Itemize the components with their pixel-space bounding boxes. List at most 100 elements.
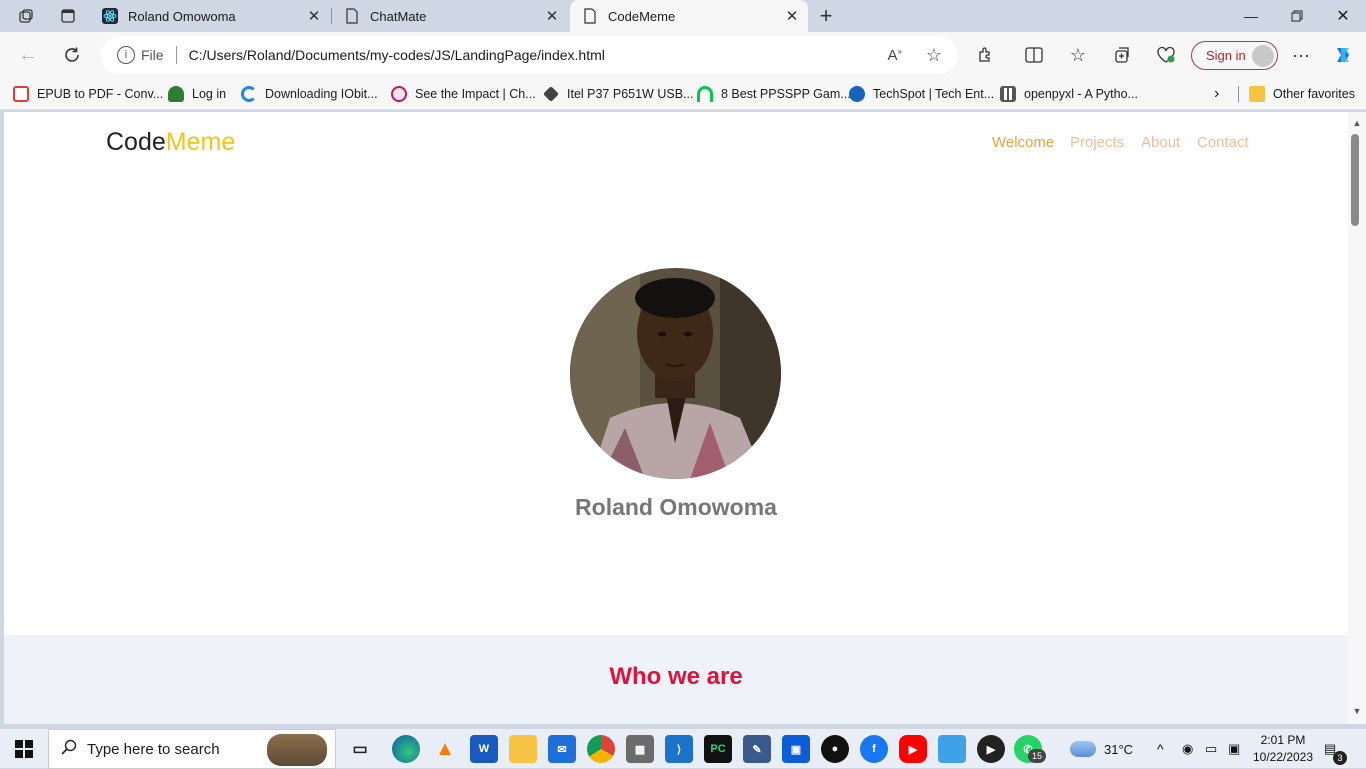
- weather-temperature: 31°C: [1104, 741, 1134, 757]
- tab-label: ChatMate: [370, 8, 427, 24]
- bookmark-label: Log in: [192, 87, 227, 101]
- weather-widget[interactable]: 31°C: [1070, 729, 1133, 769]
- address-url[interactable]: C:/Users/Roland/Documents/my-codes/JS/La…: [189, 47, 605, 63]
- taskbar-search[interactable]: Type here to search: [48, 729, 336, 769]
- bookmark-techspot[interactable]: TechSpot | Tech Ent...: [849, 85, 994, 103]
- bookmark-openpyxl[interactable]: openpyxl - A Pytho...: [1000, 85, 1138, 103]
- search-icon: [61, 739, 77, 759]
- vlc-icon[interactable]: ▲: [431, 735, 459, 763]
- bookmark-ppsspp[interactable]: 8 Best PPSSPP Gam...: [697, 85, 851, 103]
- scroll-down-icon[interactable]: ▼: [1351, 706, 1363, 716]
- copilot-icon[interactable]: [1327, 39, 1359, 71]
- store-icon[interactable]: ▣: [782, 735, 810, 763]
- word-icon[interactable]: W: [470, 735, 498, 763]
- tab-chatmate[interactable]: ChatMate ✕: [332, 0, 568, 32]
- bookmark-log-in[interactable]: Log in: [168, 85, 226, 103]
- clock-date: 10/22/2023: [1252, 750, 1314, 764]
- info-icon[interactable]: i: [117, 46, 135, 64]
- page-viewport: CodeMeme Welcome Projects About Contact …: [4, 112, 1348, 724]
- more-bookmarks-chevron-icon[interactable]: ›: [1214, 85, 1219, 103]
- page-scrollbar[interactable]: ▲ ▼: [1348, 112, 1366, 724]
- pycharm-icon[interactable]: PC: [704, 735, 732, 763]
- collections-icon[interactable]: [1106, 39, 1138, 71]
- windows-start-icon[interactable]: [10, 735, 38, 763]
- address-divider: [175, 46, 177, 64]
- bookmark-see-the-impact[interactable]: See the Impact | Ch...: [391, 85, 536, 103]
- extensions-icon[interactable]: [969, 39, 1001, 71]
- tab-roland-omowoma[interactable]: Roland Omowoma ✕: [90, 0, 330, 32]
- show-hidden-icons-icon[interactable]: ^: [1157, 729, 1164, 769]
- weather-cloud-icon: [1070, 741, 1096, 757]
- edge-icon[interactable]: [392, 735, 420, 763]
- close-tab-icon[interactable]: ✕: [302, 4, 326, 28]
- close-tab-icon[interactable]: ✕: [780, 4, 804, 28]
- split-screen-icon[interactable]: [1018, 39, 1050, 71]
- scrollbar-thumb[interactable]: [1351, 134, 1359, 226]
- nav-projects[interactable]: Projects: [1070, 134, 1124, 151]
- bookmark-label: TechSpot | Tech Ent...: [873, 87, 995, 101]
- sign-in-button[interactable]: Sign in: [1191, 41, 1278, 70]
- chrome-icon[interactable]: [587, 735, 615, 763]
- profile-name: Roland Omowoma: [575, 494, 777, 520]
- windows-taskbar: Type here to search ▭ ▲ W ✉ ▦ ⟩ PC ✎ ▣ ●…: [0, 728, 1366, 769]
- other-favorites[interactable]: Other favorites: [1249, 85, 1355, 103]
- notification-badge: 3: [1333, 751, 1347, 765]
- address-bar[interactable]: i File C:/Users/Roland/Documents/my-code…: [101, 36, 958, 74]
- bookmark-label: 8 Best PPSSPP Gam...: [721, 87, 851, 101]
- github-icon[interactable]: ●: [821, 735, 849, 763]
- battery-tray-icon[interactable]: ▭: [1205, 729, 1217, 769]
- site-logo[interactable]: CodeMeme: [106, 128, 235, 157]
- other-favorites-label: Other favorites: [1273, 87, 1355, 101]
- taskbar-clock[interactable]: 2:01 PM 10/22/2023: [1252, 732, 1314, 766]
- camera-tray-icon[interactable]: ◉: [1182, 729, 1193, 769]
- bookmark-iobit[interactable]: Downloading IObit...: [241, 85, 378, 103]
- login-bookmark-icon: [168, 86, 184, 102]
- ppsspp-bookmark-icon: [697, 86, 713, 102]
- read-aloud-icon[interactable]: A»: [888, 47, 902, 64]
- workspaces-icon[interactable]: [14, 4, 38, 28]
- photos-icon[interactable]: [938, 735, 966, 763]
- bookmark-epub-to-pdf[interactable]: EPUB to PDF - Conv...: [13, 85, 163, 103]
- back-icon[interactable]: ←: [12, 39, 44, 71]
- scroll-up-icon[interactable]: ▲: [1351, 118, 1363, 128]
- nav-contact[interactable]: Contact: [1197, 134, 1249, 151]
- search-highlight-image-icon: [267, 734, 327, 766]
- media-player-icon[interactable]: ▶: [977, 735, 1005, 763]
- techspot-bookmark-icon: [849, 86, 865, 102]
- who-we-are-section: Who we are: [4, 635, 1348, 724]
- youtube-icon[interactable]: ▶: [899, 735, 927, 763]
- tab-actions-icon[interactable]: [56, 4, 80, 28]
- close-window-icon[interactable]: ✕: [1320, 0, 1366, 32]
- whatsapp-badge: 15: [1028, 749, 1046, 763]
- page-icon: [344, 8, 360, 24]
- more-options-icon[interactable]: ···: [1285, 39, 1317, 71]
- page-icon: [582, 8, 598, 24]
- restore-icon[interactable]: [1274, 0, 1320, 32]
- minimize-icon[interactable]: —: [1228, 0, 1274, 32]
- nav-about[interactable]: About: [1141, 134, 1180, 151]
- add-favorite-icon[interactable]: ☆: [926, 45, 942, 66]
- sign-in-label: Sign in: [1206, 48, 1246, 63]
- section-title: Who we are: [609, 663, 743, 690]
- favorites-icon[interactable]: ☆: [1062, 39, 1094, 71]
- calculator-icon[interactable]: ▦: [626, 735, 654, 763]
- vscode-icon[interactable]: ⟩: [665, 735, 693, 763]
- nav-welcome[interactable]: Welcome: [992, 134, 1054, 151]
- tab-codememe[interactable]: CodeMeme ✕: [570, 0, 808, 32]
- network-tray-icon[interactable]: ▣: [1228, 729, 1240, 769]
- task-view-icon[interactable]: ▭: [346, 735, 374, 763]
- mail-icon[interactable]: ✉: [548, 735, 576, 763]
- profile-photo: [570, 268, 781, 479]
- browser-essentials-icon[interactable]: [1150, 39, 1182, 71]
- bookmark-itel[interactable]: Itel P37 P651W USB...: [543, 85, 693, 103]
- iobit-bookmark-icon: [241, 86, 257, 102]
- close-tab-icon[interactable]: ✕: [540, 4, 564, 28]
- address-scheme-label: File: [141, 47, 164, 63]
- new-tab-icon[interactable]: +: [814, 3, 838, 28]
- refresh-icon[interactable]: [56, 39, 88, 71]
- facebook-icon[interactable]: f: [860, 735, 888, 763]
- itel-bookmark-icon: [543, 86, 559, 102]
- bookmarks-bar: EPUB to PDF - Conv... Log in Downloading…: [0, 78, 1366, 110]
- file-explorer-icon[interactable]: [509, 735, 537, 763]
- notes-icon[interactable]: ✎: [743, 735, 771, 763]
